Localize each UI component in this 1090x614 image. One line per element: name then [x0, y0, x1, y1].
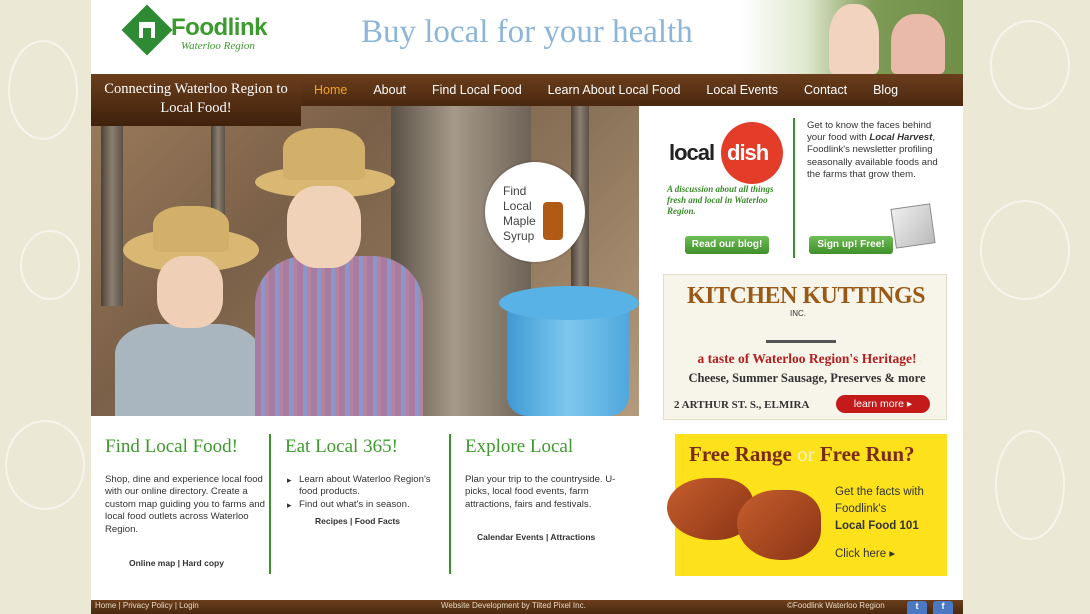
nav-learn-about-local-food[interactable]: Learn About Local Food	[535, 74, 694, 106]
tree-trunk	[101, 106, 123, 306]
local-dish-logo-dish: dish	[727, 140, 769, 165]
kitchen-kuttings-title: KITCHEN KUTTINGS	[686, 283, 926, 309]
background-decoration	[990, 20, 1070, 110]
kitchen-kuttings-address: 2 ARTHUR ST. S., ELMIRA	[674, 399, 810, 411]
list-item: Learn about Waterloo Region's food produ…	[287, 474, 437, 499]
boy-figure	[115, 324, 261, 416]
eat-local-links[interactable]: Recipes | Food Facts	[315, 516, 400, 526]
logo-name: Foodlink	[171, 14, 267, 41]
child-image	[829, 4, 879, 74]
local-harvest-info: Get to know the faces behind your food w…	[807, 120, 947, 181]
main-nav: Home About Find Local Food Learn About L…	[301, 74, 911, 106]
site-header: Foodlink Waterloo Region Buy local for y…	[91, 0, 963, 74]
header-photo-children	[741, 0, 963, 74]
free-range-title-or: or	[797, 442, 815, 466]
local-harvest-name: Local Harvest	[869, 132, 933, 144]
twitter-icon[interactable]: t	[907, 601, 927, 614]
nav-blog[interactable]: Blog	[860, 74, 911, 106]
background-decoration	[20, 230, 80, 300]
free-range-text: Get the facts with Foodlink's Local Food…	[835, 484, 945, 535]
footer-copyright: ©Foodlink Waterloo Region	[787, 601, 885, 610]
logo-house-icon	[137, 20, 157, 40]
free-range-title-a: Free Range	[689, 442, 792, 466]
page-container: Foodlink Waterloo Region Buy local for y…	[91, 0, 963, 614]
free-range-ad[interactable]: Free Range or Free Run? Get the facts wi…	[667, 434, 947, 576]
local-food-101-label: Local Food 101	[835, 520, 919, 532]
straw-hat	[283, 128, 365, 180]
footer-links[interactable]: Home | Privacy Policy | Login	[95, 601, 199, 610]
nav-home[interactable]: Home	[301, 74, 360, 106]
eat-local-365-title[interactable]: Eat Local 365!	[285, 436, 398, 458]
signup-button[interactable]: Sign up! Free!	[809, 236, 893, 254]
column-divider	[269, 434, 271, 574]
background-decoration	[995, 430, 1065, 540]
buggy-icon	[766, 317, 836, 343]
read-blog-button[interactable]: Read our blog!	[685, 236, 769, 254]
explore-local-title[interactable]: Explore Local	[465, 436, 573, 458]
footer-credit[interactable]: Website Development by Tilted Pixel Inc.	[441, 601, 586, 610]
kitchen-kuttings-ad[interactable]: KITCHEN KUTTINGS INC. a taste of Waterlo…	[663, 274, 947, 420]
background-decoration	[8, 40, 78, 140]
sap-bucket-lid	[499, 286, 639, 320]
facebook-icon[interactable]: f	[933, 601, 953, 614]
list-item: Find out what's in season.	[287, 499, 437, 512]
find-local-food-links[interactable]: Online map | Hard copy	[129, 558, 224, 568]
nav-local-events[interactable]: Local Events	[693, 74, 791, 106]
divider	[793, 118, 795, 258]
maple-syrup-badge[interactable]: Find Local Maple Syrup	[485, 162, 585, 262]
foodlink-logo[interactable]: Foodlink Waterloo Region	[121, 4, 283, 62]
straw-hat	[153, 206, 229, 252]
find-local-food-title[interactable]: Find Local Food!	[105, 436, 238, 458]
background-decoration	[5, 420, 85, 510]
explore-local-text: Plan your trip to the countryside. U-pic…	[465, 474, 616, 510]
eat-local-bullets: Learn about Waterloo Region's food produ…	[287, 474, 437, 512]
nav-contact[interactable]: Contact	[791, 74, 860, 106]
explore-local-links[interactable]: Calendar Events | Attractions	[477, 532, 595, 542]
nav-find-local-food[interactable]: Find Local Food	[419, 74, 535, 106]
free-range-text-pre: Get the facts with Foodlink's	[835, 486, 924, 515]
boy-face	[287, 186, 361, 268]
click-here-link[interactable]: Click here ▸	[835, 546, 895, 560]
boy-face	[157, 256, 223, 328]
column-divider	[449, 434, 451, 574]
kitchen-kuttings-tagline: a taste of Waterloo Region's Heritage!	[697, 351, 917, 366]
nav-about[interactable]: About	[360, 74, 419, 106]
learn-more-button[interactable]: learn more ▸	[836, 395, 930, 413]
background-decoration	[980, 200, 1070, 300]
site-footer: Home | Privacy Policy | Login Website De…	[91, 600, 963, 614]
find-local-food-text: Shop, dine and experience local food wit…	[105, 474, 265, 535]
local-dish-logo-local: local	[669, 140, 715, 165]
hero-image: Find Local Maple Syrup	[91, 106, 639, 416]
free-range-title-b: Free Run?	[819, 442, 915, 466]
header-tagline: Buy local for your health	[361, 14, 693, 50]
free-range-title: Free Range or Free Run?	[689, 442, 915, 467]
kitchen-kuttings-products: Cheese, Summer Sausage, Preserves & more	[688, 371, 926, 385]
newsletter-icon	[890, 203, 936, 249]
logo-subtitle: Waterloo Region	[181, 40, 255, 52]
hen-image	[737, 490, 821, 560]
connecting-banner: Connecting Waterloo Region to Local Food…	[91, 74, 301, 126]
boy-figure	[255, 256, 423, 416]
child-image	[891, 14, 945, 74]
local-dish-description: A discussion about all things fresh and …	[667, 184, 774, 216]
syrup-bottle-icon	[543, 202, 563, 240]
local-dish-panel: local dish A discussion about all things…	[661, 114, 951, 264]
